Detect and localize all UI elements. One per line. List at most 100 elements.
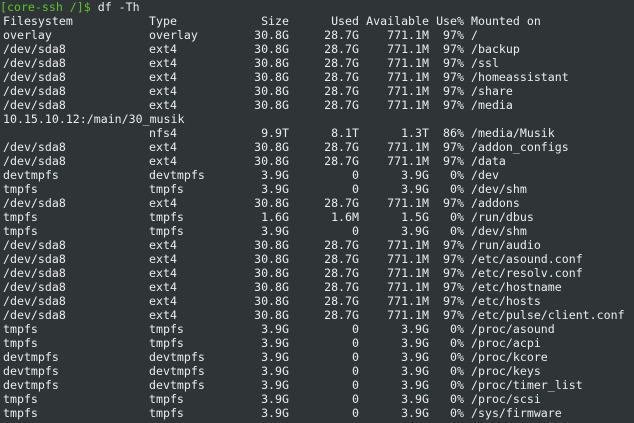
cell-filesystem: overlay: [3, 28, 52, 42]
cell-available: 3.9G: [401, 322, 429, 336]
cell-used: 0: [352, 336, 359, 350]
cell-available: 771.1M: [387, 252, 429, 266]
cell-mounted-on: /data: [471, 154, 506, 168]
cell-mounted-on: /run/dbus: [471, 210, 534, 224]
cell-mounted-on: /etc/hostname: [471, 280, 562, 294]
cell-available: 3.9G: [401, 378, 429, 392]
cell-available: 3.9G: [401, 168, 429, 182]
cell-use-pct: 0%: [450, 322, 464, 336]
cell-used: 8.1T: [331, 126, 359, 140]
cell-type: tmpfs: [149, 406, 184, 420]
cell-size: 3.9G: [261, 364, 289, 378]
cell-available: 771.1M: [387, 42, 429, 56]
cell-available: 1.5G: [401, 210, 429, 224]
cell-used: 28.7G: [324, 308, 359, 322]
cell-used: 0: [352, 364, 359, 378]
cell-filesystem: tmpfs: [3, 392, 38, 406]
cell-filesystem: tmpfs: [3, 224, 38, 238]
cell-type: devtmpfs: [149, 364, 205, 378]
cell-used: 28.7G: [324, 70, 359, 84]
table-row: /dev/sda8 ext4 30.8G 28.7G 771.1M 97% /ssl: [0, 56, 634, 70]
cell-type: ext4: [149, 56, 177, 70]
cell-mounted-on: /proc/acpi: [471, 336, 541, 350]
cell-filesystem: tmpfs: [3, 210, 38, 224]
cell-use-pct: 0%: [450, 392, 464, 406]
cell-available: 771.1M: [387, 98, 429, 112]
cell-filesystem: /dev/sda8: [3, 70, 66, 84]
cell-mounted-on: /media: [471, 98, 513, 112]
cell-use-pct: 97%: [443, 266, 464, 280]
cell-used: 0: [352, 406, 359, 420]
cell-filesystem: 10.15.10.12:/main/30_musik: [3, 112, 185, 126]
cell-type: ext4: [149, 294, 177, 308]
cell-use-pct: 97%: [443, 252, 464, 266]
cell-size: 30.8G: [254, 140, 289, 154]
cell-mounted-on: /dev/shm: [471, 182, 527, 196]
cell-filesystem: /dev/sda8: [3, 252, 66, 266]
cell-size: 30.8G: [254, 154, 289, 168]
prompt: [core-ssh /]$: [0, 0, 91, 14]
cell-use-pct: 97%: [443, 28, 464, 42]
cell-use-pct: 0%: [450, 168, 464, 182]
cell-used: 28.7G: [324, 294, 359, 308]
cell-mounted-on: /addon_configs: [471, 140, 569, 154]
table-row: devtmpfs devtmpfs 3.9G 0 3.9G 0% /proc/kcore: [0, 350, 634, 364]
cell-use-pct: 97%: [443, 154, 464, 168]
cell-filesystem: devtmpfs: [3, 350, 59, 364]
cell-mounted-on: /ssl: [471, 56, 499, 70]
cell-mounted-on: /etc/hosts: [471, 294, 541, 308]
table-row: /dev/sda8 ext4 30.8G 28.7G 771.1M 97% /data: [0, 154, 634, 168]
cell-used: 28.7G: [324, 98, 359, 112]
cell-used: 0: [352, 168, 359, 182]
cell-mounted-on: /share: [471, 84, 513, 98]
cell-mounted-on: /dev/shm: [471, 224, 527, 238]
table-row: tmpfs tmpfs 1.6G 1.6M 1.5G 0% /run/dbus: [0, 210, 634, 224]
cell-mounted-on: /media/Musik: [471, 126, 555, 140]
cell-mounted-on: /etc/asound.conf: [471, 252, 583, 266]
cell-type: ext4: [149, 140, 177, 154]
cell-filesystem: /dev/sda8: [3, 98, 66, 112]
cell-available: 771.1M: [387, 70, 429, 84]
cell-size: 3.9G: [261, 336, 289, 350]
cell-use-pct: 86%: [443, 126, 464, 140]
cell-size: 30.8G: [254, 294, 289, 308]
cell-filesystem: /dev/sda8: [3, 42, 66, 56]
cell-size: 30.8G: [254, 196, 289, 210]
table-row: /dev/sda8 ext4 30.8G 28.7G 771.1M 97% /homeass…: [0, 70, 634, 84]
cell-type: ext4: [149, 308, 177, 322]
cell-filesystem: /dev/sda8: [3, 140, 66, 154]
cell-used: 0: [352, 322, 359, 336]
cell-available: 771.1M: [387, 238, 429, 252]
cell-type: ext4: [149, 252, 177, 266]
table-row: devtmpfs devtmpfs 3.9G 0 3.9G 0% /dev: [0, 168, 634, 182]
table-body: overlay overlay 30.8G 28.7G 771.1M 97% //dev/s…: [0, 28, 634, 420]
table-row: /dev/sda8 ext4 30.8G 28.7G 771.1M 97% /run/aud…: [0, 238, 634, 252]
cell-available: 3.9G: [401, 224, 429, 238]
cell-available: 3.9G: [401, 336, 429, 350]
table-row: /dev/sda8 ext4 30.8G 28.7G 771.1M 97% /etc/res…: [0, 266, 634, 280]
cell-available: 771.1M: [387, 308, 429, 322]
cell-use-pct: 0%: [450, 182, 464, 196]
cell-type: tmpfs: [149, 182, 184, 196]
cell-size: 3.9G: [261, 406, 289, 420]
terminal-window[interactable]: [core-ssh /]$ df -Th Filesystem Type Siz…: [0, 0, 634, 423]
cell-filesystem: tmpfs: [3, 322, 38, 336]
cell-use-pct: 97%: [443, 238, 464, 252]
cell-available: 771.1M: [387, 84, 429, 98]
cell-mounted-on: /: [471, 28, 478, 42]
prompt-line: [core-ssh /]$ df -Th: [0, 0, 634, 14]
table-row: tmpfs tmpfs 3.9G 0 3.9G 0% /sys/firmware: [0, 406, 634, 420]
table-row: devtmpfs devtmpfs 3.9G 0 3.9G 0% /proc/keys: [0, 364, 634, 378]
cell-size: 3.9G: [261, 350, 289, 364]
cell-available: 3.9G: [401, 364, 429, 378]
cell-size: 3.9G: [261, 182, 289, 196]
header-filesystem: Filesystem: [3, 14, 73, 28]
cell-size: 3.9G: [261, 392, 289, 406]
cell-size: 30.8G: [254, 70, 289, 84]
cell-size: 30.8G: [254, 308, 289, 322]
cell-filesystem: /dev/sda8: [3, 238, 66, 252]
cell-available: 771.1M: [387, 196, 429, 210]
cell-filesystem: /dev/sda8: [3, 308, 66, 322]
cell-filesystem: tmpfs: [3, 336, 38, 350]
cell-used: 28.7G: [324, 252, 359, 266]
